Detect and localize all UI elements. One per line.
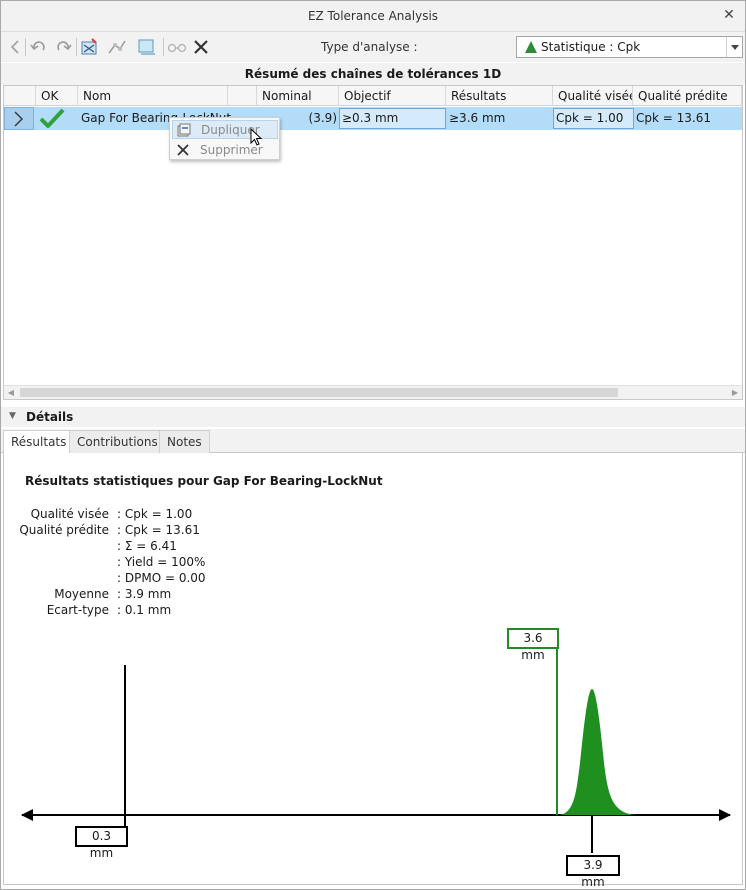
col-nominal[interactable]: Nominal [257,86,339,106]
collapse-triangle-icon[interactable]: ▼ [9,411,16,421]
cell-qualite-predite[interactable]: Cpk = 13.61 [636,107,742,130]
col-resultats[interactable]: Résultats [446,86,553,106]
new-chain-icon[interactable] [79,36,101,58]
distribution-chart: 0.3 mm 3.6 mm 3.9 mm [4,613,744,889]
tab-resultats[interactable]: Résultats [3,430,75,454]
stat-label: Qualité prédite [19,523,109,537]
cell-resultats[interactable]: ≥3.6 mm [449,107,553,130]
toolbar-separator [76,38,77,56]
back-icon[interactable] [4,36,26,58]
scroll-right-icon[interactable]: ▶ [728,386,742,400]
stat-label: Moyenne [54,587,109,601]
col-qualite-predite[interactable]: Qualité prédite [633,86,742,106]
horizontal-scrollbar[interactable]: ◀ ▶ [4,385,742,399]
toolbar-separator [25,38,26,56]
row-expander[interactable] [4,107,34,130]
display-icon[interactable] [136,36,158,58]
cell-qualite-visee[interactable]: Cpk = 1.00 [553,108,634,129]
stat-value: : Yield = 100% [117,555,206,569]
ez-tolerance-window: EZ Tolerance Analysis ✕ Type d'analyse:… [0,0,746,890]
undo-icon[interactable] [28,36,50,58]
results-panel: Résultats statistiques pour Gap For Bear… [3,453,744,889]
mouse-cursor-icon [250,128,263,146]
chevron-down-icon[interactable] [726,37,742,57]
stat-label: Qualité visée [30,507,109,521]
details-title: Détails [26,410,74,424]
results-title: Résultats statistiques pour Gap For Bear… [25,474,383,488]
distribution-curve [557,689,639,815]
tolerance-chains-grid: OK Nom Nominal Objectif Résultats Qualit… [3,85,743,400]
col-ok[interactable]: OK [36,86,78,106]
tab-notes[interactable]: Notes [159,430,210,453]
stat-value: : Cpk = 1.00 [117,507,193,521]
stat-value: : 3.9 mm [117,587,172,601]
col-spacer [228,86,257,106]
details-tabs: Résultats Contributions Notes [1,429,745,454]
close-icon[interactable]: ✕ [721,7,737,23]
tab-contributions[interactable]: Contributions [69,430,166,453]
duplicate-icon [173,121,195,138]
redo-icon[interactable] [52,36,74,58]
axis-arrow-left [21,809,33,821]
axis-arrow-right [719,809,731,821]
analysis-type-label: Type d'analyse : [321,40,418,54]
stat-value: : DPMO = 0.00 [117,571,206,585]
stat-value: : Σ = 6.41 [117,539,177,553]
mean-tag: 3.9 mm [566,855,620,889]
min-result-tag: 3.6 mm [507,628,559,662]
grid-header: OK Nom Nominal Objectif Résultats Qualit… [4,86,742,106]
analysis-type-value: Statistique : Cpk [541,40,641,54]
table-row[interactable]: Gap For Bearing-LockNut (3.9) ≥0.3 mm ≥3… [4,107,742,130]
delete-icon [172,141,194,158]
details-section-header[interactable]: ▼ Détails [1,407,745,427]
context-menu: Dupliquer Supprimer [169,117,280,160]
title-bar: EZ Tolerance Analysis ✕ [1,1,745,32]
edit-chain-icon[interactable] [106,36,128,58]
window-title: EZ Tolerance Analysis [307,9,439,23]
cell-objectif[interactable]: ≥0.3 mm [339,108,446,129]
col-qualite-visee[interactable]: Qualité visée [553,86,633,106]
scroll-left-icon[interactable]: ◀ [4,386,18,400]
col-objectif[interactable]: Objectif [339,86,446,106]
ok-check-icon [36,107,78,130]
toolbar-separator [163,38,164,56]
col-nom[interactable]: Nom [78,86,228,106]
objective-tag: 0.3 mm [75,826,128,860]
delete-icon[interactable] [190,36,212,58]
distribution-triangle-icon [524,40,538,57]
summary-title: Résumé des chaînes de tolérances 1D [1,63,745,85]
col-expander [4,86,36,106]
glasses-icon[interactable] [166,36,188,58]
stat-value: : Cpk = 13.61 [117,523,200,537]
analysis-type-select[interactable]: Statistique : Cpk [516,36,743,58]
scrollbar-thumb[interactable] [20,388,618,397]
